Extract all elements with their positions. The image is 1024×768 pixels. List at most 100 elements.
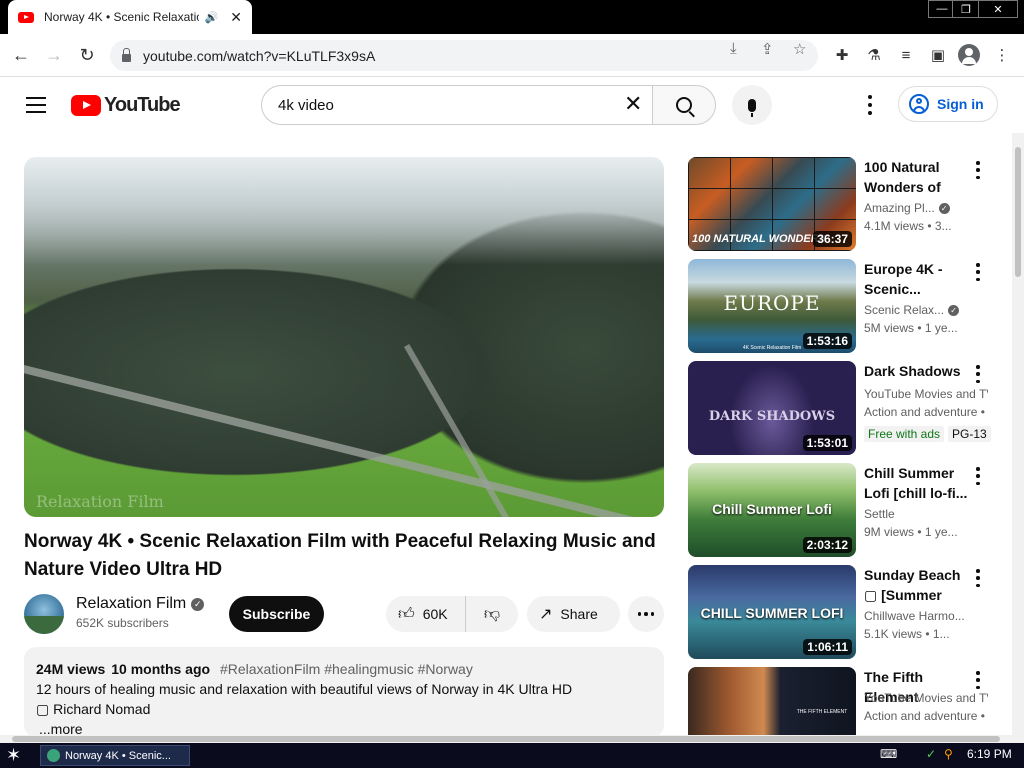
profile-button[interactable] (958, 44, 980, 66)
labs-flask-icon[interactable]: ⚗ (863, 44, 885, 66)
youtube-logo[interactable]: YouTube (71, 94, 181, 117)
channel-text: YouTube Movies and TV (864, 691, 988, 705)
youtube-header: YouTube 4k video ✕ Sign in (0, 77, 1024, 133)
dislike-button[interactable]: 👎︎ (466, 605, 518, 624)
video-options-icon[interactable] (975, 161, 981, 179)
channel-text: YouTube Movies and TV (864, 387, 988, 401)
tab-title: Norway 4K • Scenic Relaxation (44, 10, 199, 24)
thumbnail-caption: THE FIFTH ELEMENT (796, 709, 848, 715)
video-thumbnail[interactable]: Chill Summer Lofi 2:03:12 (688, 463, 856, 557)
recommended-channel[interactable]: YouTube Movies and TV (864, 387, 988, 401)
close-window-button[interactable]: ✕ (978, 0, 1018, 18)
url-text: youtube.com/watch?v=KLuTLF3x9sA (143, 47, 376, 64)
horizontal-scrollbar[interactable] (0, 735, 1024, 743)
video-thumbnail[interactable]: CHILL SUMMER LOFI 1:06:11 (688, 565, 856, 659)
recommended-video[interactable]: Chill Summer Lofi 2:03:12 Chill Summer L… (688, 463, 998, 557)
media-controls-icon[interactable]: ≡ (895, 44, 917, 66)
taskbar-window-button[interactable]: Norway 4K • Scenic... (40, 745, 190, 766)
search-input[interactable]: 4k video (261, 85, 653, 125)
browser-menu-icon[interactable]: ⋮ (991, 44, 1013, 66)
address-bar[interactable]: youtube.com/watch?v=KLuTLF3x9sA (110, 40, 818, 71)
keyboard-tray-icon[interactable]: ⌨ (880, 747, 897, 761)
clear-search-icon[interactable]: ✕ (624, 93, 642, 115)
recommended-title[interactable]: Dark Shadows (864, 361, 968, 381)
channel-text: Scenic Relax... (864, 303, 945, 317)
network-tray-icon[interactable]: ✓ (926, 747, 936, 761)
recommended-video[interactable]: DARK SHADOWS 1:53:01 Dark Shadows YouTub… (688, 361, 998, 455)
vertical-scroll-thumb[interactable] (1015, 147, 1021, 277)
recommended-title[interactable]: Europe 4K - Scenic... (864, 259, 968, 299)
recommended-video[interactable]: THE FIFTH ELEMENT The Fifth Element YouT… (688, 667, 998, 735)
share-page-icon[interactable]: ⇪ (761, 40, 774, 58)
description-box[interactable]: 24M views 10 months ago #RelaxationFilm #… (24, 647, 664, 737)
video-thumbnail[interactable]: EUROPE 4K Scenic Relaxation Film 1:53:16 (688, 259, 856, 353)
forward-arrow-icon[interactable]: → (42, 43, 66, 67)
subscriber-count: 652K subscribers (76, 616, 169, 630)
like-count: 60K (422, 606, 448, 622)
bookmark-star-icon[interactable]: ☆ (793, 40, 806, 58)
recommended-channel[interactable]: YouTube Movies and TV (864, 691, 988, 705)
horizontal-scroll-thumb[interactable] (12, 736, 1000, 742)
side-panel-icon[interactable]: ▣ (927, 44, 949, 66)
video-frame-road (404, 344, 510, 517)
settings-kebab-icon[interactable] (862, 95, 878, 115)
close-tab-icon[interactable]: ✕ (230, 9, 242, 26)
recommended-channel[interactable]: Amazing Pl... ✓ (864, 201, 988, 215)
description-line: 12 hours of healing music and relaxation… (36, 681, 573, 697)
start-menu-icon[interactable]: ✶ (6, 745, 21, 765)
subscribe-button[interactable]: Subscribe (229, 596, 324, 632)
share-arrow-icon: ↗ (539, 606, 553, 623)
recommended-video[interactable]: EUROPE 4K Scenic Relaxation Film 1:53:16… (688, 259, 998, 353)
video-thumbnail[interactable]: THE FIFTH ELEMENT (688, 667, 856, 735)
channel-text: Settle (864, 507, 895, 521)
browser-tab[interactable]: Norway 4K • Scenic Relaxation 🔊 ✕ (8, 0, 252, 34)
recommended-video[interactable]: CHILL SUMMER LOFI 1:06:11 Sunday Beach ▢… (688, 565, 998, 659)
video-options-icon[interactable] (975, 569, 981, 587)
lock-icon (122, 47, 131, 62)
restore-button[interactable]: ❐ (952, 0, 980, 18)
extensions-puzzle-icon[interactable]: ✚ (831, 44, 853, 66)
video-owner-row: Relaxation Film ✓ 652K subscribers Subsc… (24, 594, 664, 634)
recommended-title[interactable]: Sunday Beach ▢ [Summer lo... (864, 565, 968, 605)
recommended-title[interactable]: 100 Natural Wonders of the... (864, 157, 968, 197)
recommended-genre: Action and adventure • (864, 405, 985, 419)
rating-badge: PG-13 (948, 426, 991, 442)
recommended-genre: Action and adventure • (864, 709, 985, 723)
reload-icon[interactable]: ↻ (75, 43, 99, 67)
hashtags[interactable]: #RelaxationFilm #healingmusic #Norway (220, 661, 473, 677)
search-button[interactable] (652, 85, 716, 125)
thumbs-down-icon: 👎︎ (483, 605, 501, 623)
sign-in-button[interactable]: Sign in (898, 86, 998, 122)
video-thumbnail[interactable]: 100 NATURAL WONDERS 36:37 (688, 157, 856, 251)
view-count: 24M views (36, 661, 106, 677)
recommended-channel[interactable]: Chillwave Harmo... (864, 609, 988, 623)
youtube-play-icon (71, 95, 101, 116)
more-actions-button[interactable] (628, 596, 664, 632)
back-arrow-icon[interactable]: ← (9, 43, 33, 67)
taskbar-window-label: Norway 4K • Scenic... (65, 749, 171, 762)
recommended-views: 5.1K views • 1... (864, 627, 950, 641)
recommended-title[interactable]: Chill Summer Lofi [chill lo-fi... (864, 463, 968, 503)
menu-hamburger-icon[interactable] (26, 97, 46, 113)
like-dislike-group: 👍︎ 60K 👎︎ (386, 596, 518, 632)
channel-name[interactable]: Relaxation Film ✓ (76, 595, 205, 613)
video-thumbnail[interactable]: DARK SHADOWS 1:53:01 (688, 361, 856, 455)
channel-name-text: Relaxation Film (76, 595, 187, 612)
os-taskbar: ✶ Norway 4K • Scenic... ⌨ ✓ ⚲ 6:19 PM (0, 743, 1024, 768)
channel-avatar[interactable] (24, 594, 64, 634)
like-button[interactable]: 👍︎ 60K (386, 596, 466, 632)
video-options-icon[interactable] (975, 365, 981, 383)
video-player[interactable]: Relaxation Film (24, 157, 664, 517)
search-tray-icon[interactable]: ⚲ (944, 747, 953, 761)
video-options-icon[interactable] (975, 467, 981, 485)
speaker-icon[interactable]: 🔊 (205, 11, 219, 24)
recommended-channel[interactable]: Scenic Relax... ✓ (864, 303, 988, 317)
video-options-icon[interactable] (975, 263, 981, 281)
install-app-icon[interactable]: ⤓ (730, 40, 737, 57)
recommended-video[interactable]: 100 NATURAL WONDERS 36:37 100 Natural Wo… (688, 157, 998, 251)
share-button[interactable]: ↗ Share (527, 596, 620, 632)
recommended-channel[interactable]: Settle (864, 507, 988, 521)
video-options-icon[interactable] (975, 671, 981, 689)
vertical-scrollbar[interactable] (1012, 133, 1024, 735)
voice-search-button[interactable] (732, 85, 772, 125)
